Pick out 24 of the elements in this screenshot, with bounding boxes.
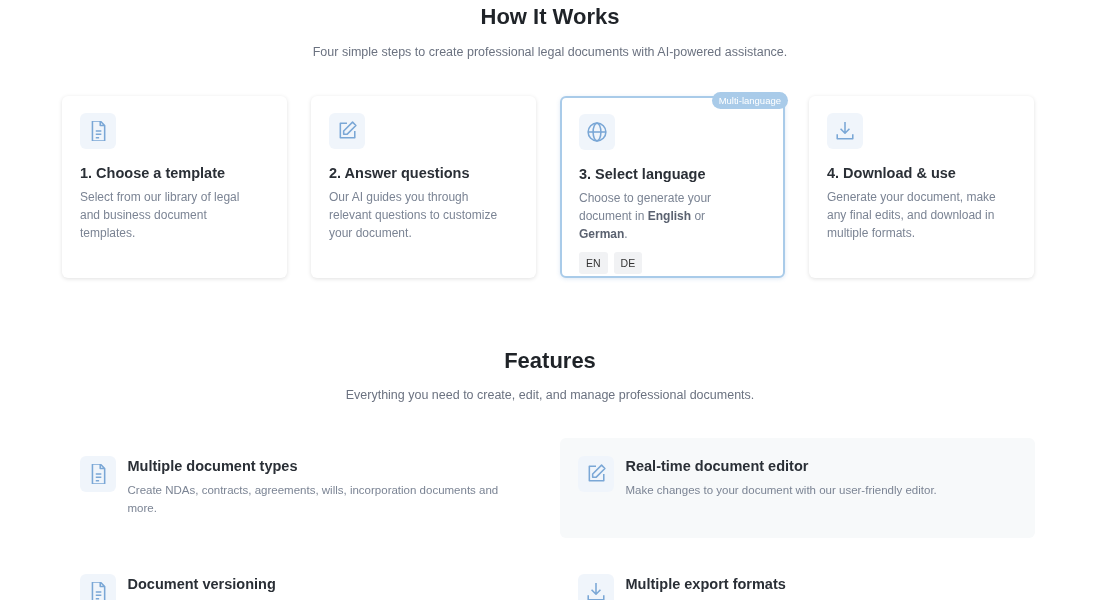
feature-description: Create NDAs, contracts, agreements, wills, incorporation documents and more.	[127, 483, 500, 516]
step-title: 4. Download & use	[827, 165, 957, 181]
download-icon	[835, 121, 855, 141]
step-title: 3. Select language	[579, 166, 707, 182]
section-title: How It Works	[479, 4, 621, 30]
step-title: 2. Answer questions	[329, 165, 471, 181]
step-description: Generate your document, make any final edits, and download in multiple formats.	[827, 189, 997, 242]
section-subtitle: Everything you need to create, edit, and manage professional documents.	[344, 388, 756, 402]
section-title: Features	[503, 348, 597, 374]
section-subtitle: Four simple steps to create professional legal documents with AI-powered assistance.	[311, 45, 789, 59]
feature-description: Make changes to your document with our user-friendly editor.	[625, 483, 937, 498]
badge: Multi-language	[711, 92, 788, 109]
feature-title: Real-time document editor	[625, 458, 810, 474]
globe-icon	[587, 122, 607, 142]
feature-title: Multiple export formats	[625, 576, 786, 592]
download-icon	[585, 582, 606, 600]
feature-title: Document versioning	[127, 576, 276, 592]
language-tag: DE	[613, 252, 643, 274]
language-tag: EN	[579, 252, 608, 274]
step-description: Choose to generate your document in English or German.	[579, 190, 713, 243]
step-title: 1. Choose a template	[80, 165, 227, 181]
step-description: Select from our library of legal and business document templates.	[80, 189, 241, 242]
step-description: Our AI guides you through relevant questions to customize your document.	[329, 189, 499, 242]
feature-title: Multiple document types	[127, 458, 299, 474]
